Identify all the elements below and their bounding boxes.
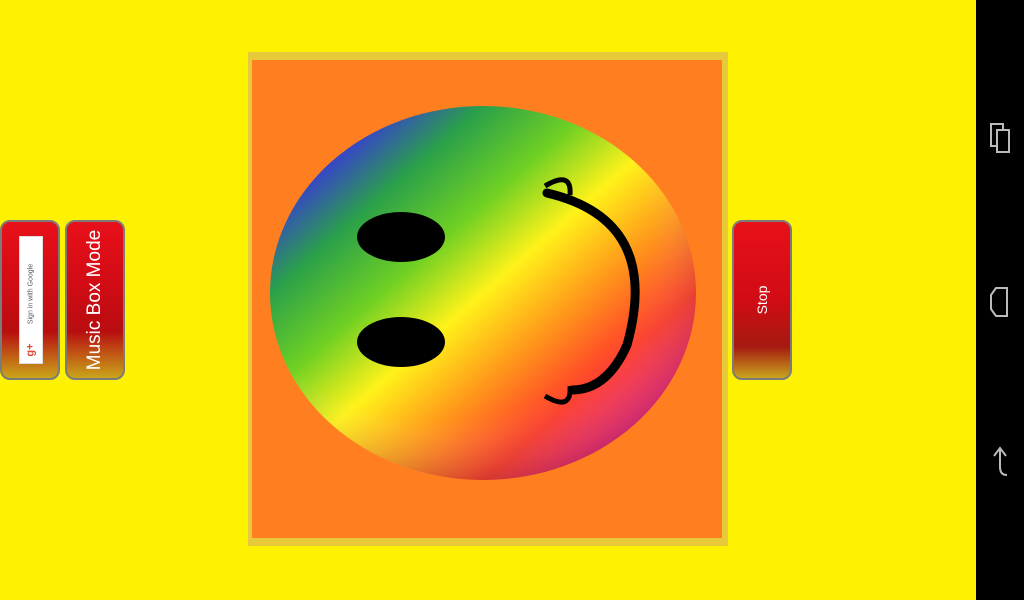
recent-apps-button[interactable]	[976, 114, 1024, 162]
music-box-mode-button[interactable]: Music Box Mode	[65, 220, 125, 380]
picture-frame	[248, 52, 728, 546]
home-button[interactable]	[976, 278, 1024, 326]
right-eye	[357, 317, 445, 367]
back-icon	[993, 446, 1008, 476]
app-screen: Sign in with Google g+ Music Box Mode St…	[0, 0, 976, 600]
smiley-picture[interactable]	[252, 60, 722, 538]
home-icon	[990, 287, 1008, 317]
left-eye	[357, 212, 445, 262]
recent-apps-icon	[990, 123, 1010, 153]
system-navigation-bar	[976, 0, 1024, 600]
music-box-mode-label: Music Box Mode	[84, 229, 105, 371]
google-signin-badge: Sign in with Google g+	[19, 236, 43, 364]
stop-button[interactable]: Stop	[732, 220, 792, 380]
stop-label: Stop	[754, 285, 770, 315]
rainbow-smiley-icon	[270, 106, 696, 480]
google-plus-icon: g+	[22, 341, 40, 359]
back-button[interactable]	[976, 438, 1024, 486]
google-signin-button[interactable]: Sign in with Google g+	[0, 220, 60, 380]
google-signin-label: Sign in with Google	[27, 263, 35, 324]
